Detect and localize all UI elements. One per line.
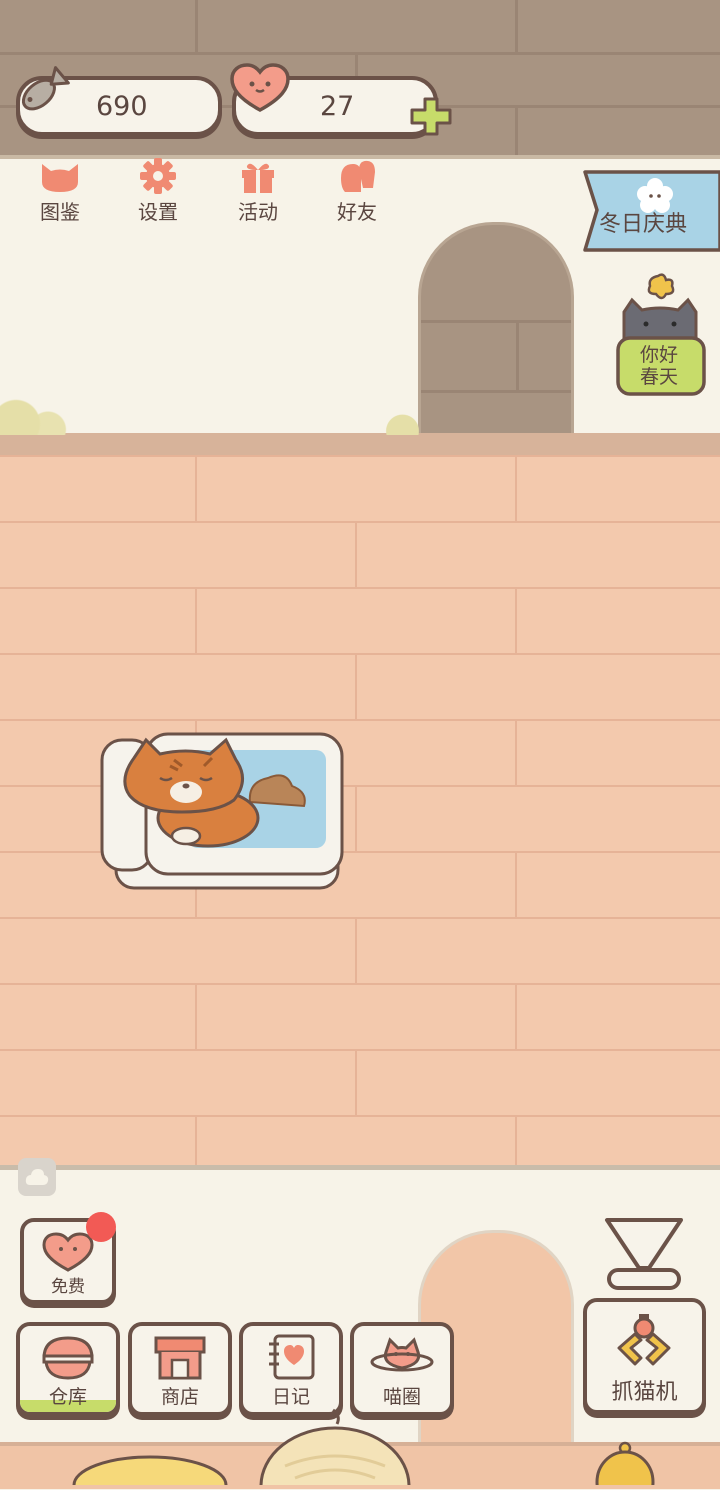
winter-festival-banner[interactable]: 冬日庆典 <box>583 170 720 252</box>
events-label: 活动 <box>238 200 278 224</box>
settings-label: 设置 <box>138 200 178 224</box>
diary-icon <box>269 1334 315 1380</box>
collapse-toggle-button[interactable] <box>18 1158 56 1196</box>
gift-icon <box>242 163 274 193</box>
shop-button[interactable]: 商店 <box>128 1322 232 1416</box>
friends-icon <box>341 160 375 192</box>
claw-machine-label: 抓猫机 <box>611 1380 678 1405</box>
heart-face-icon <box>230 63 290 112</box>
upper-floor-strip <box>0 433 720 455</box>
events-button[interactable]: 活动 <box>219 152 297 230</box>
notification-badge <box>86 1212 116 1242</box>
plus-icon[interactable] <box>408 96 454 138</box>
cat-circle-label: 喵圈 <box>382 1386 421 1408</box>
heart-icon <box>42 1232 94 1272</box>
yarn-ball-partial <box>259 1408 411 1485</box>
collection-button[interactable]: 图鉴 <box>21 152 99 230</box>
shop-icon <box>154 1336 206 1380</box>
shop-label: 商店 <box>160 1386 199 1408</box>
diary-button[interactable]: 日记 <box>239 1322 343 1416</box>
cat-litter-box[interactable] <box>98 730 348 895</box>
fish-icon <box>21 66 70 111</box>
winter-festival-label: 冬日庆典 <box>599 212 688 237</box>
yellow-cushion-partial <box>72 1455 228 1485</box>
cat-circle-button[interactable]: 喵圈 <box>350 1322 454 1416</box>
cloud-icon <box>25 1169 49 1185</box>
top-doorway <box>418 222 574 460</box>
settings-button[interactable]: 设置 <box>119 152 197 230</box>
spring-event-button[interactable]: 你好 春天 <box>614 272 706 397</box>
toy-bird-partial <box>595 1441 655 1485</box>
basket-icon <box>42 1336 94 1380</box>
collection-label: 图鉴 <box>40 200 80 224</box>
heart-count: 27 <box>320 91 355 122</box>
spring-event-label-1: 你好 <box>640 344 679 366</box>
friends-button[interactable]: 好友 <box>318 152 396 230</box>
warehouse-label: 仓库 <box>48 1386 87 1408</box>
planet-cat-icon <box>370 1337 434 1372</box>
warehouse-button[interactable]: 仓库 <box>16 1322 120 1416</box>
diary-label: 日记 <box>271 1386 310 1408</box>
free-label: 免费 <box>51 1277 85 1297</box>
fish-count: 690 <box>96 91 148 122</box>
gear-icon <box>140 158 176 194</box>
cat-head-icon <box>42 164 78 192</box>
claw-machine-top <box>605 1218 683 1290</box>
grass-decoration-left <box>0 380 80 435</box>
spring-event-label-2: 春天 <box>640 366 679 388</box>
claw-machine-button[interactable]: 抓猫机 <box>583 1298 706 1414</box>
claw-icon <box>617 1314 671 1366</box>
friends-label: 好友 <box>337 200 377 224</box>
grass-decoration-right <box>385 395 420 435</box>
